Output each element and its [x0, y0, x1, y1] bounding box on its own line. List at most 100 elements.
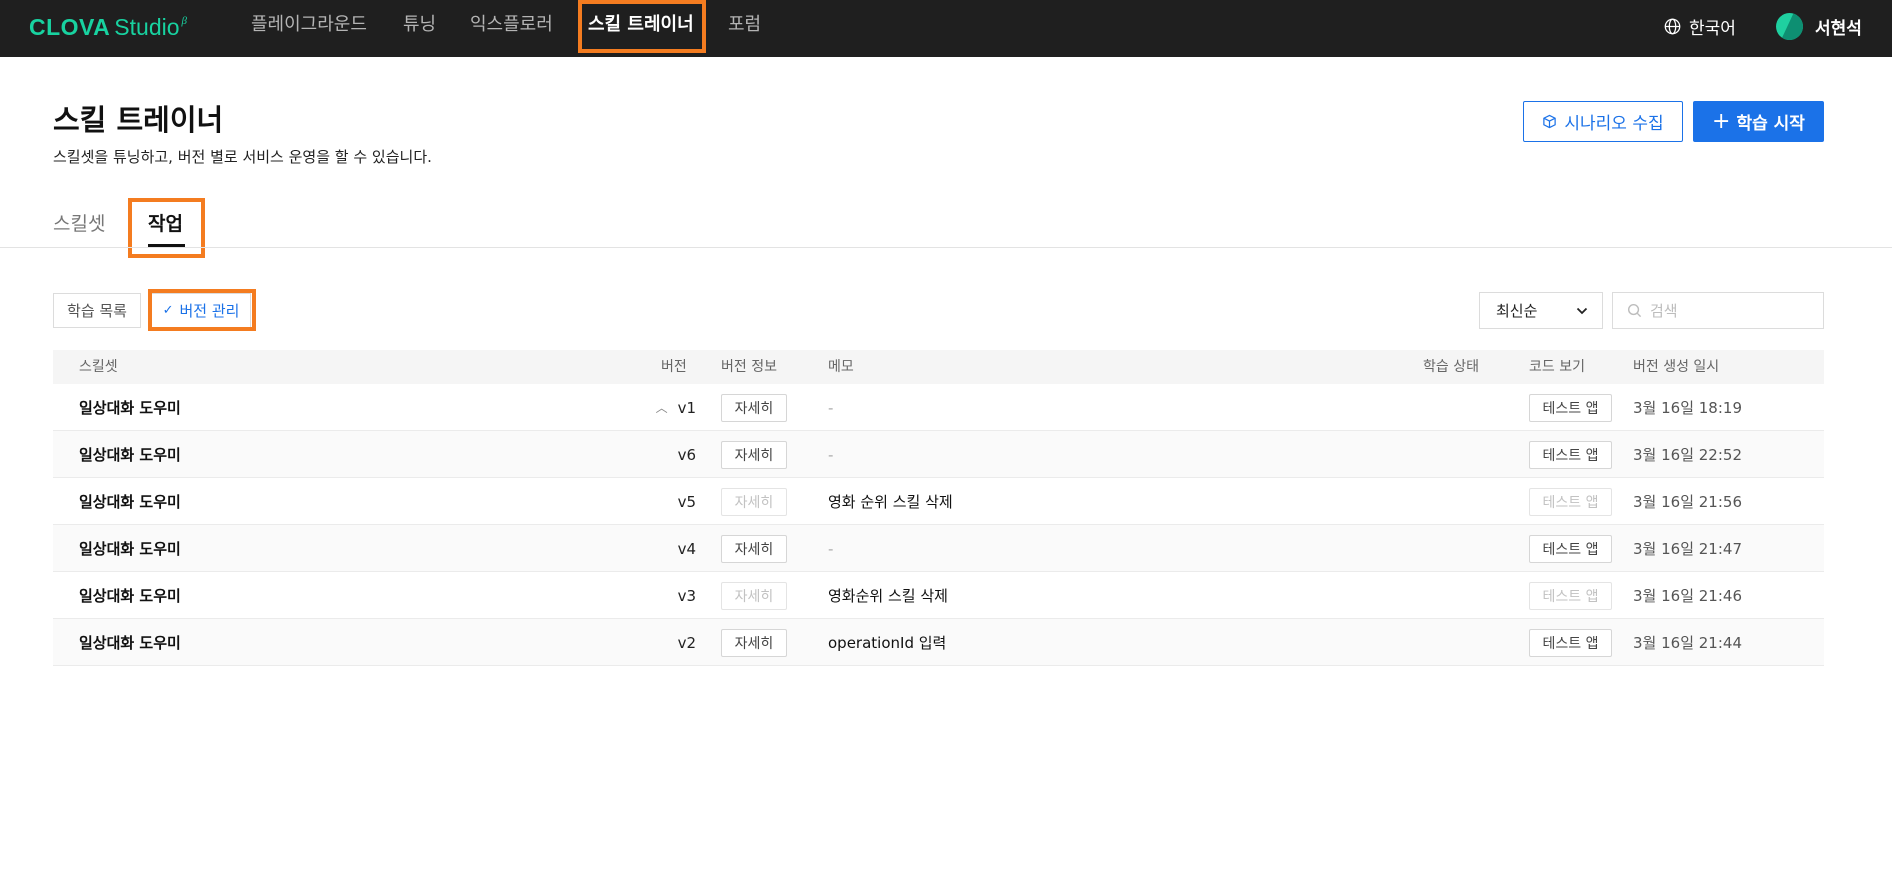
version-info-cell: 자세히 [721, 619, 787, 666]
column-header-version: 버전 [661, 359, 687, 375]
column-header-status: 학습 상태 [1423, 359, 1479, 375]
test-app-button: 테스트 앱 [1529, 581, 1612, 610]
test-app-button-label: 테스트 앱 [1542, 494, 1599, 511]
column-header-code: 코드 보기 [1529, 359, 1585, 375]
search-input[interactable] [1650, 301, 1810, 320]
created-date: 3월 16일 21:47 [1633, 540, 1742, 558]
detail-button-label: 자세히 [734, 635, 774, 652]
version-cell: v6 [613, 431, 696, 478]
table-header: 스킬셋 버전 버전 정보 메모 학습 상태 코드 보기 버전 생성 일시 [53, 350, 1824, 384]
created-date: 3월 16일 21:46 [1633, 587, 1742, 605]
code-cell: 테스트 앱 [1529, 384, 1612, 431]
user-menu[interactable]: 서현석 [1776, 12, 1862, 40]
table-row[interactable]: 일상대화 도우미 v6 자세히 - 테스트 앱 3월 16일 22:52 [53, 431, 1824, 478]
nav-highlight-box [578, 0, 706, 53]
test-app-button[interactable]: 테스트 앱 [1529, 628, 1612, 657]
nav-item-playground[interactable]: 플레이그라운드 [251, 0, 367, 57]
collect-scenario-button[interactable]: 시나리오 수집 [1523, 101, 1683, 142]
code-cell: 테스트 앱 [1529, 572, 1612, 619]
detail-button-label: 자세히 [734, 400, 774, 417]
table-row[interactable]: 일상대화 도우미 ︿ v1 자세히 - 테스트 앱 3월 16일 18:19 [53, 384, 1824, 431]
table-row[interactable]: 일상대화 도우미 v2 자세히 operationId 입력 테스트 앱 3월 16일 2… [53, 619, 1824, 666]
sort-value: 최신순 [1496, 302, 1538, 320]
version-info-cell: 자세히 [721, 384, 787, 431]
version-cell: v4 [613, 525, 696, 572]
top-nav-bar: CLOVA Studio β 플레이그라운드 튜닝 익스플로러 스킬 트레이너 … [0, 0, 1892, 57]
code-cell: 테스트 앱 [1529, 619, 1612, 666]
clova-studio-logo[interactable]: CLOVA Studio β [29, 14, 187, 42]
tab-skillset[interactable]: 스킬셋 [53, 209, 105, 236]
test-app-button-label: 테스트 앱 [1542, 400, 1599, 417]
detail-button: 자세히 [721, 487, 787, 516]
version-cell: v3 [613, 572, 696, 619]
detail-button-label: 자세히 [734, 447, 774, 464]
skill-name: 일상대화 도우미 [79, 634, 181, 652]
chevron-up-icon[interactable]: ︿ [656, 399, 668, 416]
search-box[interactable] [1612, 292, 1824, 329]
test-app-button: 테스트 앱 [1529, 487, 1612, 516]
memo-text: - [828, 539, 834, 558]
version-label: v4 [677, 539, 696, 558]
version-label: v1 [677, 398, 696, 417]
detail-button-label: 자세히 [734, 541, 774, 558]
version-cell: v2 [613, 619, 696, 666]
nav-item-forum[interactable]: 포럼 [728, 0, 761, 57]
version-info-cell: 자세히 [721, 525, 787, 572]
version-info-cell: 자세히 [721, 572, 787, 619]
user-name: 서현석 [1815, 18, 1862, 39]
test-app-button-label: 테스트 앱 [1542, 635, 1599, 652]
memo-text: 영화 순위 스킬 삭제 [828, 493, 953, 511]
logo-beta-mark: β [181, 15, 187, 27]
nav-item-explorer[interactable]: 익스플로러 [470, 0, 553, 57]
sort-dropdown[interactable]: 최신순 [1479, 292, 1603, 329]
table-row[interactable]: 일상대화 도우미 v3 자세히 영화순위 스킬 삭제 테스트 앱 3월 16일 21:46 [53, 572, 1824, 619]
code-cell: 테스트 앱 [1529, 525, 1612, 572]
memo-text: - [828, 445, 834, 464]
learn-list-button[interactable]: 학습 목록 [53, 293, 141, 328]
detail-button[interactable]: 자세히 [721, 534, 787, 563]
test-app-button[interactable]: 테스트 앱 [1529, 534, 1612, 563]
column-header-version-info: 버전 정보 [721, 359, 777, 375]
skill-name: 일상대화 도우미 [79, 540, 181, 558]
version-info-cell: 자세히 [721, 478, 787, 525]
skill-name: 일상대화 도우미 [79, 399, 181, 417]
version-cell: ︿ v1 [613, 384, 696, 431]
start-training-button[interactable]: + 학습 시작 [1693, 101, 1824, 142]
avatar [1776, 12, 1803, 40]
column-header-created-at: 버전 생성 일시 [1633, 359, 1720, 375]
detail-button[interactable]: 자세히 [721, 393, 787, 422]
memo-text: - [828, 398, 834, 417]
chevron-down-icon [1576, 307, 1588, 314]
code-cell: 테스트 앱 [1529, 478, 1612, 525]
skill-name: 일상대화 도우미 [79, 446, 181, 464]
table-row[interactable]: 일상대화 도우미 v4 자세히 - 테스트 앱 3월 16일 21:47 [53, 525, 1824, 572]
test-app-button[interactable]: 테스트 앱 [1529, 440, 1612, 469]
detail-button[interactable]: 자세히 [721, 440, 787, 469]
nav-item-tuning[interactable]: 튜닝 [403, 0, 436, 57]
version-info-cell: 자세히 [721, 431, 787, 478]
learn-list-label: 학습 목록 [67, 302, 127, 320]
created-date: 3월 16일 22:52 [1633, 446, 1742, 464]
version-label: v3 [677, 586, 696, 605]
page-description: 스킬셋을 튜닝하고, 버전 별로 서비스 운영을 할 수 있습니다. [53, 148, 432, 166]
created-date: 3월 16일 18:19 [1633, 399, 1742, 417]
cube-icon [1543, 114, 1557, 129]
column-header-skillset: 스킬셋 [79, 359, 118, 375]
tabs-divider [0, 247, 1892, 248]
logo-clova-text: CLOVA [29, 14, 111, 40]
test-app-button-label: 테스트 앱 [1542, 588, 1599, 605]
detail-button[interactable]: 자세히 [721, 628, 787, 657]
detail-button: 자세히 [721, 581, 787, 610]
version-label: v2 [677, 633, 696, 652]
skill-name: 일상대화 도우미 [79, 587, 181, 605]
test-app-button[interactable]: 테스트 앱 [1529, 393, 1612, 422]
table-row[interactable]: 일상대화 도우미 v5 자세히 영화 순위 스킬 삭제 테스트 앱 3월 16일 21:5… [53, 478, 1824, 525]
created-date: 3월 16일 21:44 [1633, 634, 1742, 652]
start-training-label: 학습 시작 [1736, 114, 1805, 134]
memo-text: 영화순위 스킬 삭제 [828, 587, 948, 605]
language-selector[interactable]: 한국어 [1664, 14, 1736, 39]
collect-scenario-label: 시나리오 수집 [1564, 114, 1664, 134]
search-icon [1627, 303, 1642, 318]
version-cell: v5 [613, 478, 696, 525]
language-label: 한국어 [1689, 18, 1736, 39]
